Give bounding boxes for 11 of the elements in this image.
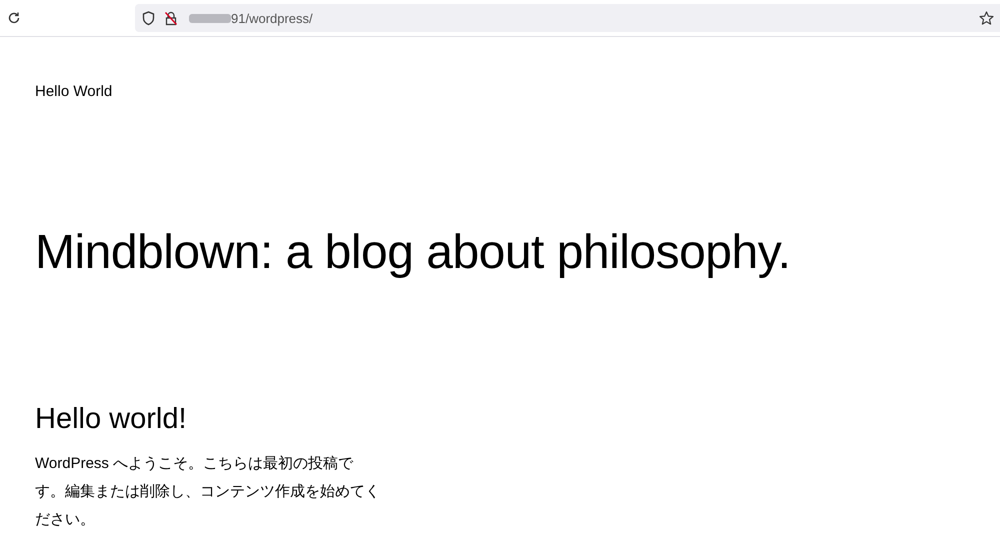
post-excerpt: WordPress へようこそ。こちらは最初の投稿です。編集または削除し、コンテンツ作成を始めてください。 — [35, 454, 380, 530]
url-text[interactable]: 91/wordpress/ — [231, 10, 313, 26]
post-title-link[interactable]: Hello world! — [35, 401, 186, 437]
bookmark-star-icon[interactable] — [979, 10, 994, 26]
redacted-mark — [189, 14, 231, 22]
insecure-lock-icon[interactable] — [164, 10, 178, 26]
address-bar[interactable]: 91/wordpress/ — [135, 4, 1000, 32]
reload-icon[interactable] — [7, 11, 21, 25]
shield-icon[interactable] — [142, 10, 155, 26]
hero-heading: Mindblown: a blog about philosophy. — [35, 225, 792, 281]
site-title-link[interactable]: Hello World — [35, 83, 112, 100]
